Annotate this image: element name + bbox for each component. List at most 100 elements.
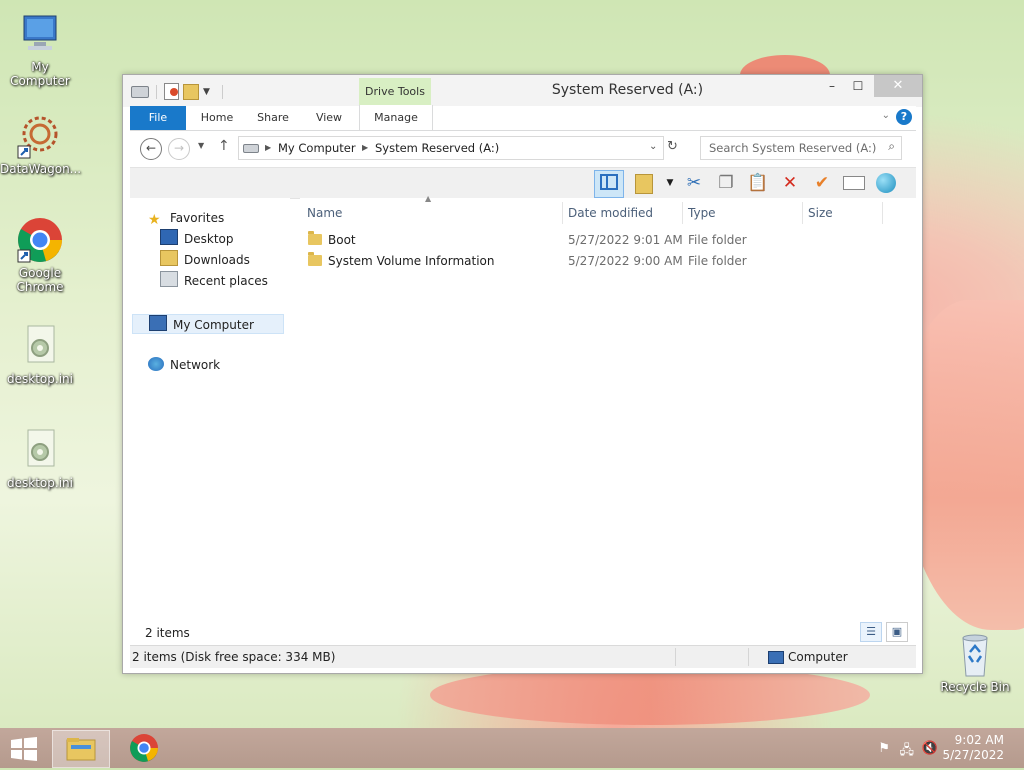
network-icon (148, 357, 164, 371)
clock-time: 9:02 AM (954, 733, 1004, 747)
desktop-icon-desktop-ini-2[interactable]: desktop.ini (0, 426, 80, 490)
settings-file-icon (16, 322, 64, 370)
chevron-down-icon[interactable]: ⌄ (882, 110, 890, 121)
copy-icon[interactable]: ❐ (714, 171, 738, 195)
taskbar: ⚑ 🖧 🔇 9:02 AM 5/27/2022 (0, 728, 1024, 768)
maximize-button[interactable]: ☐ (844, 75, 872, 97)
desktop-icon-my-computer[interactable]: My Computer (0, 10, 80, 88)
folder-icon (308, 231, 322, 245)
minimize-button[interactable]: – (818, 75, 846, 97)
desktop-icon-label: desktop.ini (7, 372, 73, 386)
recent-places-icon (160, 271, 178, 287)
drive-icon (243, 144, 259, 153)
clock[interactable]: 9:02 AM 5/27/2022 (942, 733, 1004, 763)
computer-icon (149, 315, 167, 331)
column-separator[interactable] (562, 202, 563, 224)
column-separator[interactable] (882, 202, 883, 224)
tab-manage[interactable]: Manage (359, 105, 433, 130)
cut-icon[interactable]: ✂ (682, 171, 706, 195)
explorer-window: ▼ System Reserved (A:) – ☐ ✕ Drive Tools… (122, 74, 923, 674)
search-input[interactable]: Search System Reserved (A:) ⌕ (700, 136, 902, 160)
address-bar[interactable]: ▶ My Computer ▶ System Reserved (A:) ⌄ (238, 136, 664, 160)
action-center-flag-icon[interactable]: ⚑ (878, 741, 890, 756)
computer-icon (16, 10, 64, 58)
volume-muted-icon[interactable]: 🔇 (922, 741, 938, 756)
taskbar-google-chrome[interactable] (116, 730, 172, 766)
large-icons-view-icon[interactable]: ▣ (886, 622, 908, 642)
help-icon[interactable]: ? (896, 109, 912, 125)
details-view-icon[interactable]: ☰ (860, 622, 882, 642)
nav-downloads[interactable]: Downloads (160, 250, 250, 270)
column-separator[interactable] (682, 202, 683, 224)
column-header-size[interactable]: Size (808, 202, 833, 224)
nav-network[interactable]: Network (148, 355, 220, 375)
desktop-icon-desktop-ini[interactable]: desktop.ini (0, 322, 80, 386)
folder-options-icon[interactable] (632, 171, 656, 195)
up-button[interactable]: ↑ (218, 138, 230, 154)
nav-recent-places[interactable]: Recent places (160, 271, 268, 291)
computer-icon (768, 651, 784, 664)
datawagon-icon (16, 112, 64, 160)
desktop-icon-datawagon[interactable]: DataWagon... (0, 112, 81, 176)
nav-my-computer[interactable]: My Computer (132, 314, 284, 334)
preview-pane-button[interactable] (594, 170, 624, 198)
title-bar[interactable]: ▼ System Reserved (A:) – ☐ ✕ (123, 75, 922, 107)
desktop-icon-label: My Computer (10, 60, 70, 88)
nav-label: Downloads (184, 253, 250, 267)
start-button[interactable] (10, 737, 38, 761)
column-header-name[interactable]: Name (307, 202, 342, 224)
breadcrumb-my-computer[interactable]: My Computer (278, 141, 356, 155)
tab-share[interactable]: Share (248, 106, 298, 130)
desktop-icon-label: Google Chrome (16, 266, 64, 294)
tab-file[interactable]: File (130, 106, 186, 130)
table-row[interactable]: Boot 5/27/2022 9:01 AM File folder (308, 230, 888, 250)
breadcrumb-current[interactable]: System Reserved (A:) (375, 141, 499, 155)
chrome-icon (130, 734, 158, 762)
breadcrumb-separator-icon: ▶ (265, 143, 272, 152)
address-dropdown-icon[interactable]: ⌄ (649, 141, 657, 152)
separator (748, 648, 749, 666)
paste-icon[interactable]: 📋 (746, 171, 770, 195)
tab-view[interactable]: View (304, 106, 354, 130)
globe-icon[interactable] (874, 171, 898, 195)
nav-desktop[interactable]: Desktop (160, 229, 234, 249)
column-header-date-modified[interactable]: Date modified (568, 202, 653, 224)
nav-favorites[interactable]: ★ Favorites (148, 208, 224, 228)
rename-icon[interactable] (842, 171, 866, 195)
desktop-icon-recycle-bin[interactable]: Recycle Bin (935, 630, 1015, 694)
date-cell: 5/27/2022 9:00 AM (568, 254, 683, 268)
recycle-bin-icon (951, 630, 999, 678)
back-button[interactable]: ← (140, 138, 162, 160)
table-row[interactable]: System Volume Information 5/27/2022 9:00… (308, 251, 888, 271)
network-tray-icon[interactable]: 🖧 (900, 741, 915, 763)
chevron-down-icon[interactable]: ▼ (658, 171, 682, 195)
window-title: System Reserved (A:) (551, 82, 704, 98)
separator (675, 648, 676, 666)
desktop-icon-google-chrome[interactable]: Google Chrome (0, 216, 80, 294)
nav-label: Recent places (184, 274, 268, 288)
nav-label: My Computer (173, 318, 254, 332)
drive-tools-group: Drive Tools (359, 78, 431, 105)
address-row: ← → ▼ ↑ ▶ My Computer ▶ System Reserved … (130, 131, 916, 167)
column-header-type[interactable]: Type (688, 202, 716, 224)
delete-icon[interactable]: ✕ (778, 171, 802, 195)
sort-ascending-icon: ▲ (425, 194, 432, 203)
recent-locations-chevron-icon[interactable]: ▼ (198, 141, 204, 150)
file-name: System Volume Information (328, 254, 495, 268)
refresh-button[interactable]: ↻ (667, 139, 678, 154)
command-toolbar: ▼ ✂ ❐ 📋 ✕ ✔ (130, 167, 916, 199)
close-button[interactable]: ✕ (874, 75, 922, 97)
nav-label: Network (170, 358, 221, 372)
clock-date: 5/27/2022 (942, 748, 1004, 762)
view-switcher: ☰ ▣ (860, 622, 908, 642)
status-bar: 2 items (Disk free space: 334 MB) Comput… (130, 645, 916, 668)
file-name-cell: Boot (308, 230, 356, 250)
column-separator[interactable] (802, 202, 803, 224)
checkmark-icon[interactable]: ✔ (810, 171, 834, 195)
forward-button[interactable]: → (168, 138, 190, 160)
desktop-icon-label: desktop.ini (7, 476, 73, 490)
taskbar-file-explorer[interactable] (52, 730, 110, 768)
chrome-icon (16, 216, 64, 264)
file-explorer-icon (66, 738, 96, 761)
tab-home[interactable]: Home (192, 106, 242, 130)
